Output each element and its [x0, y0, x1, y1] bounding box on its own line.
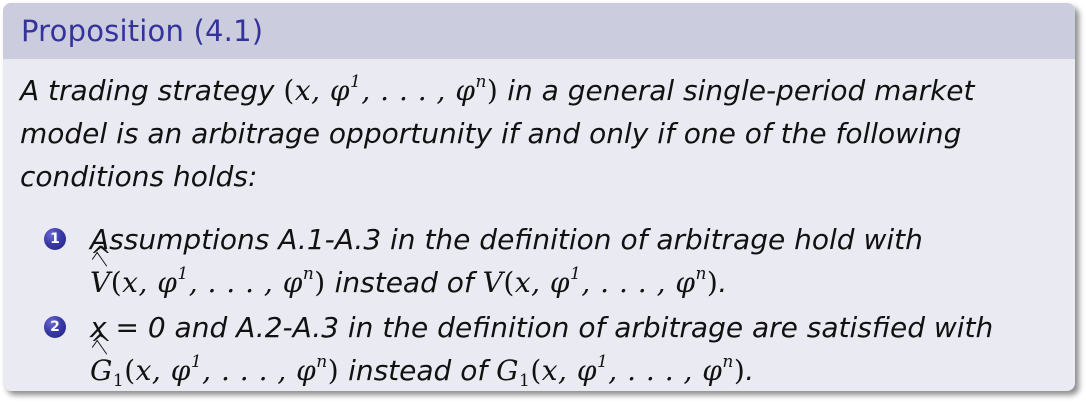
condition-text-2: instead of — [339, 354, 497, 387]
bullet-number-icon: 2 — [44, 316, 66, 338]
condition-text-2: instead of — [325, 266, 483, 299]
conditions-list: 1 Assumptions A.1-A.3 in the definition … — [20, 218, 1075, 391]
condition-text-1: Assumptions A.1-A.3 in the definition of… — [90, 223, 923, 256]
v-expression: V(x, φ1, . . . , φn) — [482, 264, 719, 300]
block-title: Proposition (4.1) — [3, 3, 1075, 59]
bullet-number-icon: 1 — [44, 228, 66, 250]
condition-text-1: x = 0 and A.2-A.3 in the definition of a… — [90, 311, 994, 344]
proposition-statement: A trading strategy (x, φ1, . . . , φn) i… — [20, 69, 1065, 198]
strategy-tuple: (x, φ1, . . . , φn) — [283, 72, 499, 108]
v-hat-expression: V ^ (x, φ1, . . . , φn) — [90, 244, 326, 299]
list-item: 1 Assumptions A.1-A.3 in the definition … — [20, 218, 1075, 304]
condition-text-3: . — [745, 354, 755, 387]
list-item: 2 x = 0 and A.2-A.3 in the definition of… — [20, 306, 1075, 391]
g-expression: G1(x, φ1, . . . , φn) — [496, 352, 746, 391]
condition-text-3: . — [718, 266, 728, 299]
statement-text-1: A trading strategy — [20, 74, 284, 107]
g-hat-expression: G ^ 1(x, φ1, . . . , φn) — [90, 330, 340, 391]
proposition-block: Proposition (4.1) A trading strategy (x,… — [3, 3, 1075, 391]
block-body: A trading strategy (x, φ1, . . . , φn) i… — [3, 59, 1075, 391]
